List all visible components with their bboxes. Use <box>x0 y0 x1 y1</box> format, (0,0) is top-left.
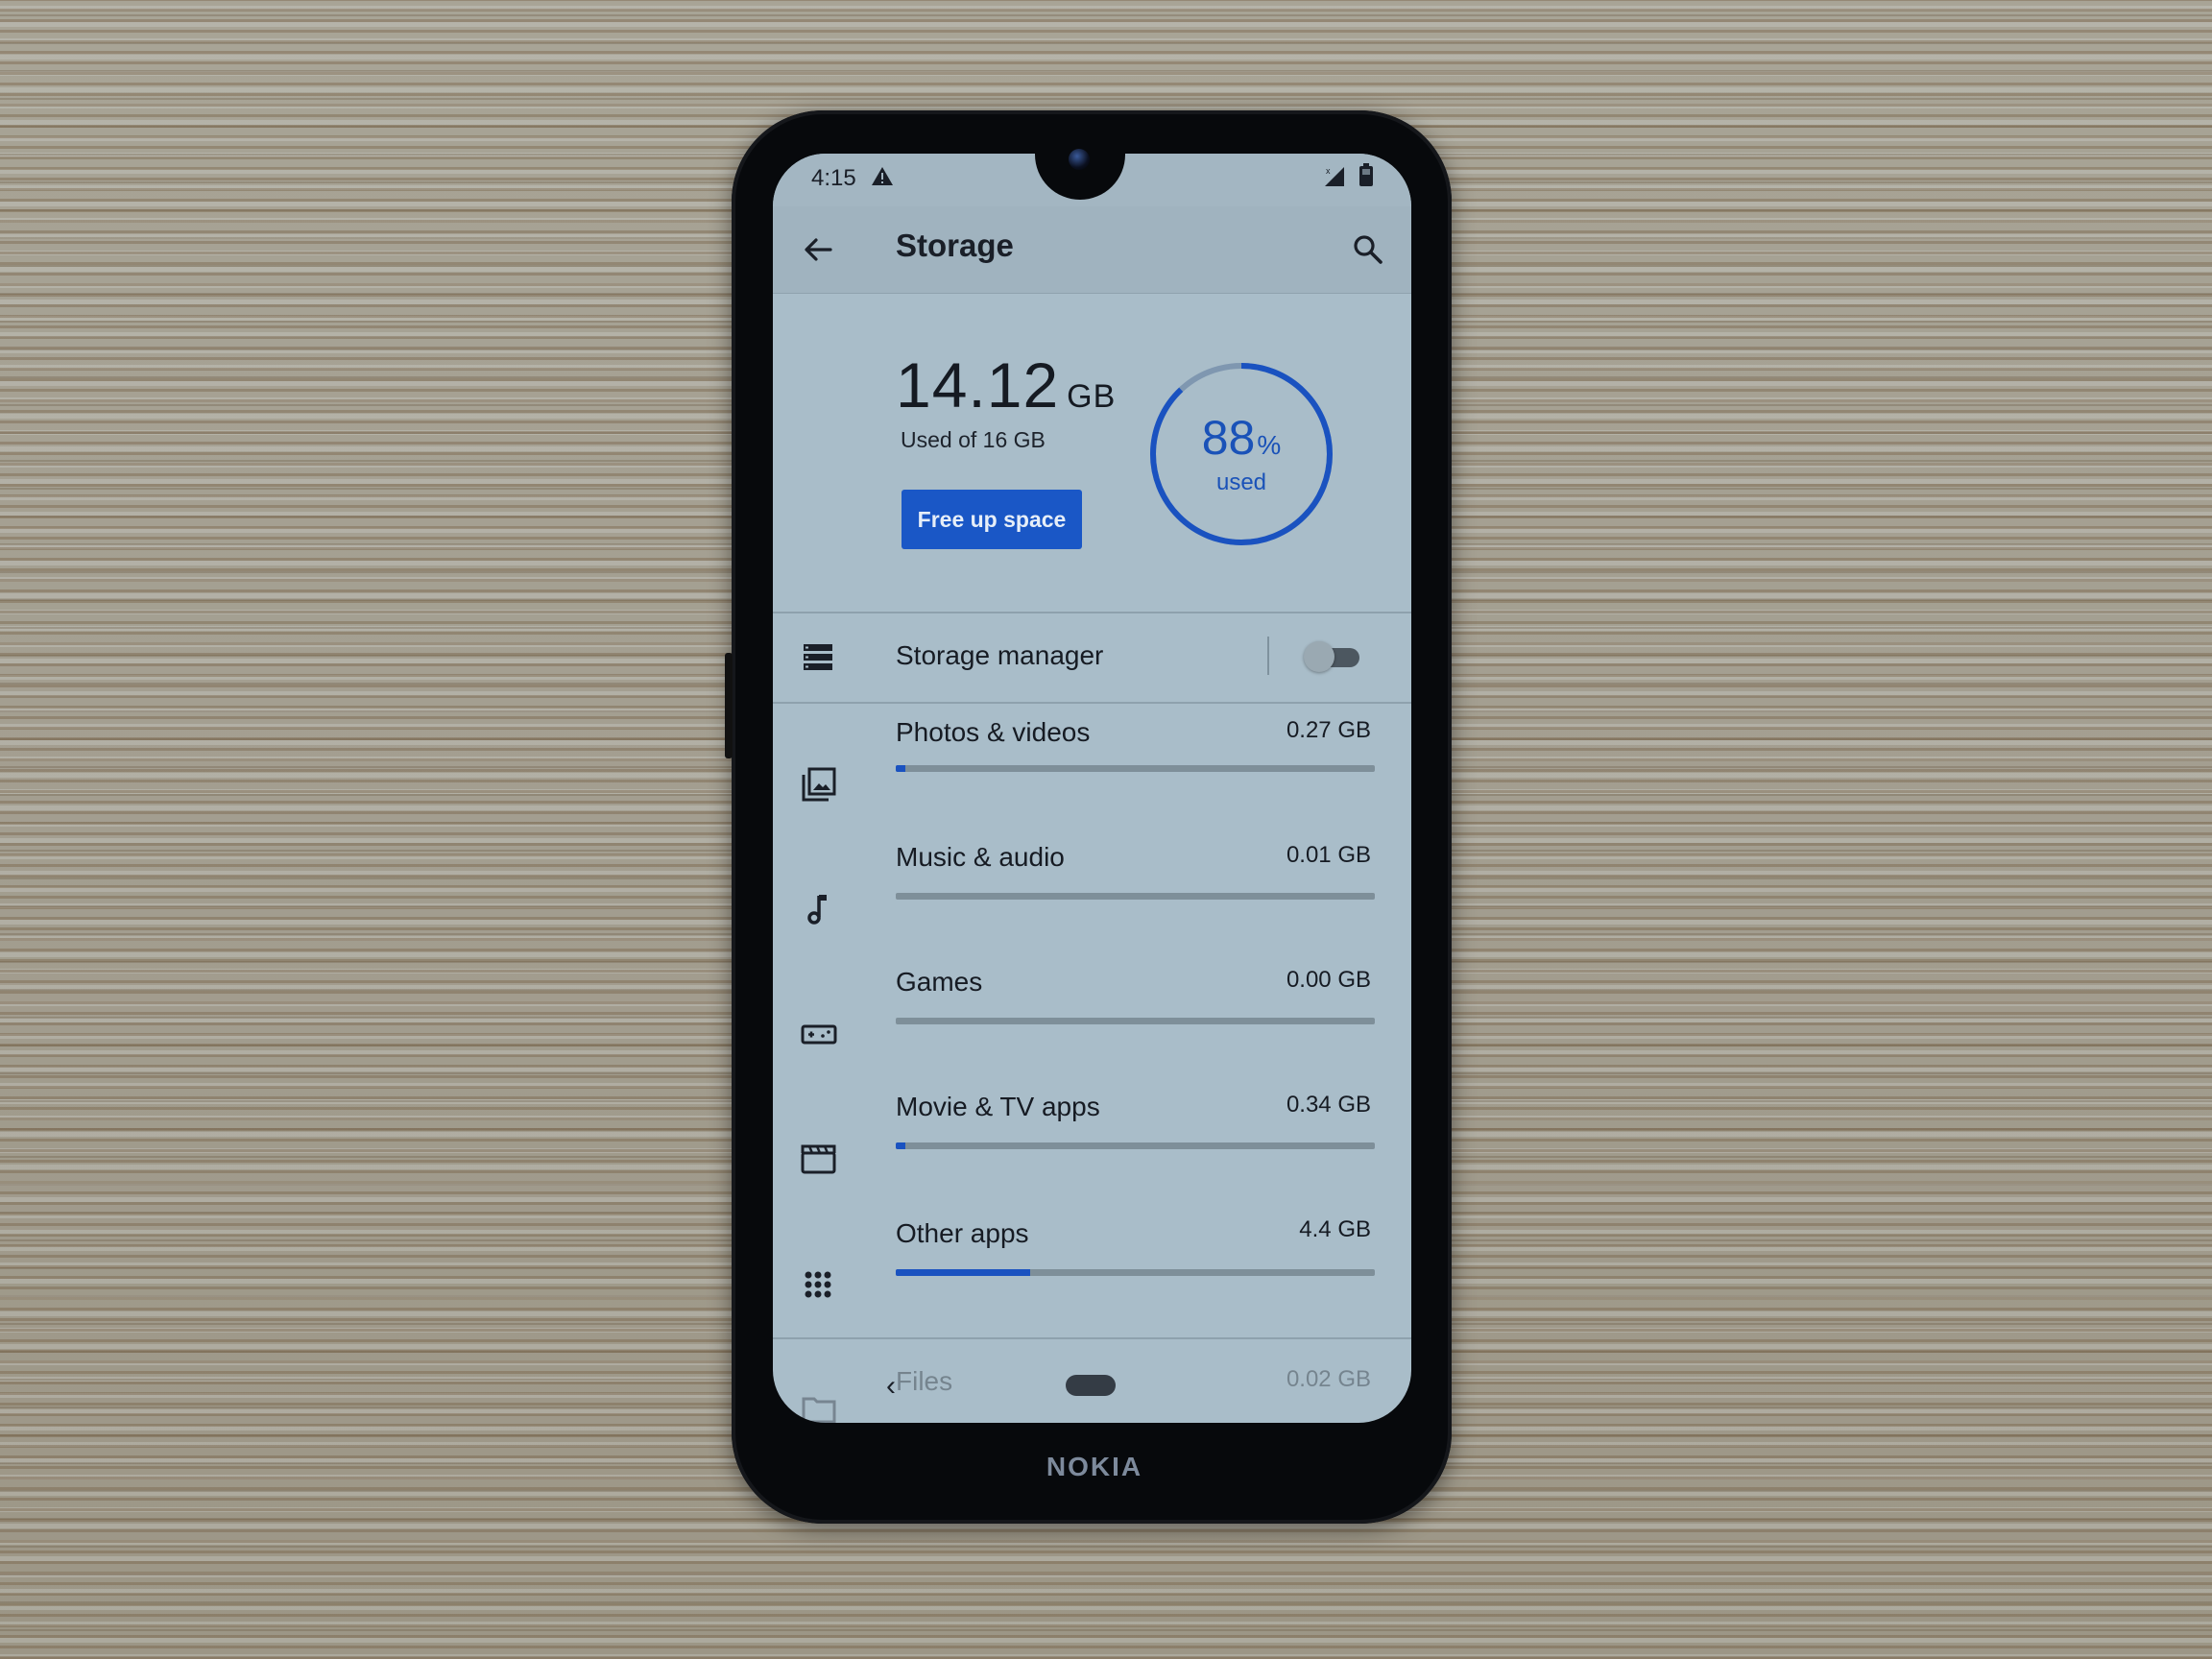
category-usage-bar <box>896 1269 1375 1276</box>
free-up-space-button[interactable]: Free up space <box>902 490 1082 549</box>
category-usage-bar <box>896 765 1375 772</box>
brand-logo: NOKIA <box>1046 1452 1143 1481</box>
used-storage-value: 14.12 GB <box>896 349 1116 421</box>
page-title: Storage <box>896 228 1014 263</box>
storage-manager-label: Storage manager <box>896 640 1104 670</box>
category-usage-bar <box>896 1018 1375 1024</box>
front-camera <box>1069 149 1090 170</box>
battery-icon <box>1359 163 1373 186</box>
category-row-music[interactable]: Music & audio 0.01 GB <box>773 840 1411 955</box>
signal-no-data-icon: x <box>1325 166 1344 186</box>
category-row-games[interactable]: Games 0.00 GB <box>773 965 1411 1080</box>
category-size: 0.01 GB <box>1286 842 1371 868</box>
status-time: 4:15 <box>811 165 856 191</box>
phone-screen: 4:15 x Storage 14.12 GB Used of 16 GB Fre… <box>773 154 1411 1423</box>
usage-percent-label: used <box>1215 469 1267 495</box>
category-size: 0.34 GB <box>1286 1092 1371 1118</box>
search-icon[interactable] <box>1352 233 1384 266</box>
nav-home-pill[interactable] <box>1066 1375 1116 1396</box>
navigation-bar: ‹ <box>773 1336 1411 1423</box>
category-label: Music & audio <box>896 842 1065 872</box>
category-label: Movie & TV apps <box>896 1092 1100 1121</box>
divider <box>773 702 1411 704</box>
app-bar: Storage <box>773 206 1411 294</box>
category-usage-fill <box>896 1269 1030 1276</box>
arrow-left-icon[interactable] <box>802 233 834 266</box>
svg-text:x: x <box>1326 166 1331 176</box>
category-size: 0.00 GB <box>1286 967 1371 993</box>
category-size: 4.4 GB <box>1299 1216 1371 1242</box>
photos-icon <box>802 767 836 802</box>
category-size: 0.27 GB <box>1286 717 1371 743</box>
category-label: Games <box>896 967 983 997</box>
category-row-other-apps[interactable]: Other apps 4.4 GB <box>773 1216 1411 1332</box>
category-label: Photos & videos <box>896 717 1091 747</box>
music-note-icon <box>807 895 827 925</box>
percent-value: 88 <box>1201 411 1256 465</box>
category-usage-bar <box>896 1142 1375 1149</box>
usage-percent: 88% <box>1145 410 1337 466</box>
category-usage-fill <box>896 765 905 772</box>
gamepad-icon <box>801 1024 837 1045</box>
apps-grid-icon <box>805 1271 831 1298</box>
category-usage-bar <box>896 893 1375 900</box>
percent-sign: % <box>1257 430 1282 460</box>
category-row-movies[interactable]: Movie & TV apps 0.34 GB <box>773 1090 1411 1205</box>
used-value: 14.12 <box>896 349 1060 421</box>
used-of-total: Used of 16 GB <box>901 427 1046 452</box>
category-usage-fill <box>896 1142 905 1149</box>
category-row-photos[interactable]: Photos & videos 0.27 GB <box>773 715 1411 830</box>
nav-back-button[interactable]: ‹ <box>886 1370 896 1403</box>
storage-manager-row[interactable]: Storage manager <box>773 613 1411 702</box>
divider-vertical <box>1267 637 1269 675</box>
storage-list-icon <box>804 644 832 670</box>
storage-manager-toggle[interactable] <box>1304 641 1361 672</box>
category-label: Other apps <box>896 1218 1029 1248</box>
clapperboard-icon <box>801 1144 836 1174</box>
warning-icon <box>872 167 893 185</box>
toggle-thumb <box>1304 641 1334 672</box>
side-button <box>725 653 733 758</box>
used-unit: GB <box>1067 378 1117 415</box>
